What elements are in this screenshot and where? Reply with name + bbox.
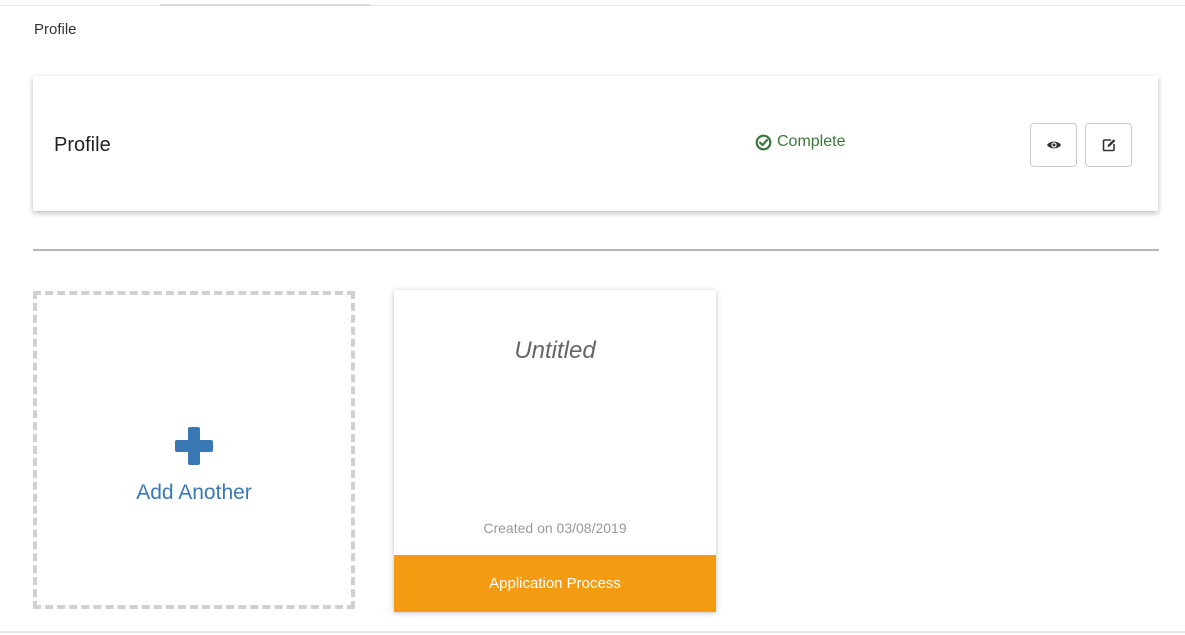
view-button[interactable] (1030, 123, 1077, 167)
application-process-button[interactable]: Application Process (394, 555, 716, 612)
status-label: Complete (777, 133, 846, 150)
plus-icon (175, 427, 213, 465)
profile-title: Profile (54, 134, 111, 156)
edit-button[interactable] (1085, 123, 1132, 167)
top-divider-accent (160, 4, 370, 6)
check-circle-icon (755, 134, 772, 150)
application-title: Untitled (514, 337, 596, 364)
breadcrumb: Profile (34, 21, 77, 38)
created-date: Created on 03/08/2019 (483, 520, 627, 536)
application-card[interactable]: Untitled Created on 03/08/2019 Applicati… (394, 290, 716, 612)
bottom-divider (0, 631, 1185, 633)
profile-card: Profile Complete (33, 76, 1158, 211)
eye-icon (1046, 141, 1061, 149)
add-another-card[interactable]: Add Another (33, 291, 355, 609)
status-badge: Complete (755, 133, 845, 151)
section-divider (33, 249, 1159, 251)
add-another-label: Add Another (136, 481, 252, 504)
edit-icon (1102, 139, 1115, 152)
